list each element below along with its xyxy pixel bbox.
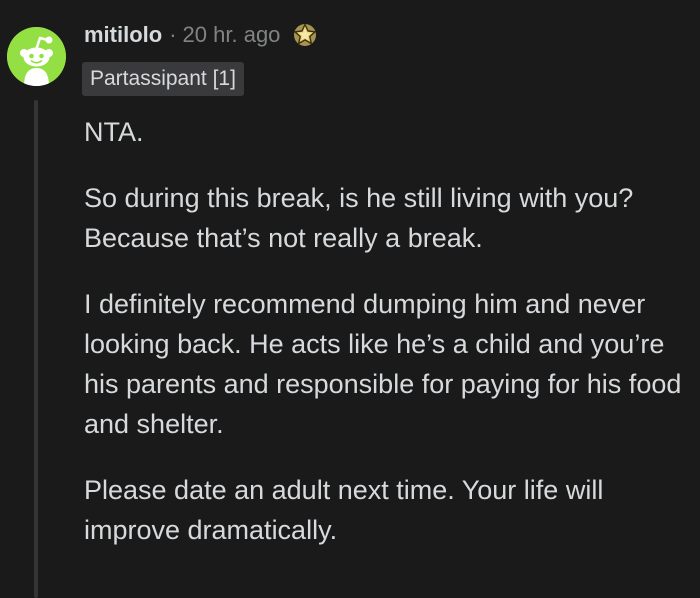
user-flair: Partassipant [1] [82,62,244,96]
star-award-icon[interactable] [290,20,320,50]
timestamp[interactable]: 20 hr. ago [183,22,281,48]
reddit-snoo-avatar-icon [7,27,66,86]
user-avatar[interactable] [7,27,66,86]
comment: mitilolo · 20 hr. ago Partassipant [1] N… [0,0,700,598]
username[interactable]: mitilolo [84,22,162,48]
comment-paragraph: So during this break, is he still living… [84,183,634,253]
comment-paragraph: Please date an adult next time. Your lif… [84,475,604,545]
comment-body: NTA. So during this break, is he still l… [84,112,684,576]
thread-line[interactable] [34,100,38,598]
comment-paragraph: I definitely recommend dumping him and n… [84,289,682,439]
comment-meta: mitilolo · 20 hr. ago [84,18,320,52]
comment-paragraph: NTA. [84,117,144,147]
meta-separator: · [169,22,177,47]
